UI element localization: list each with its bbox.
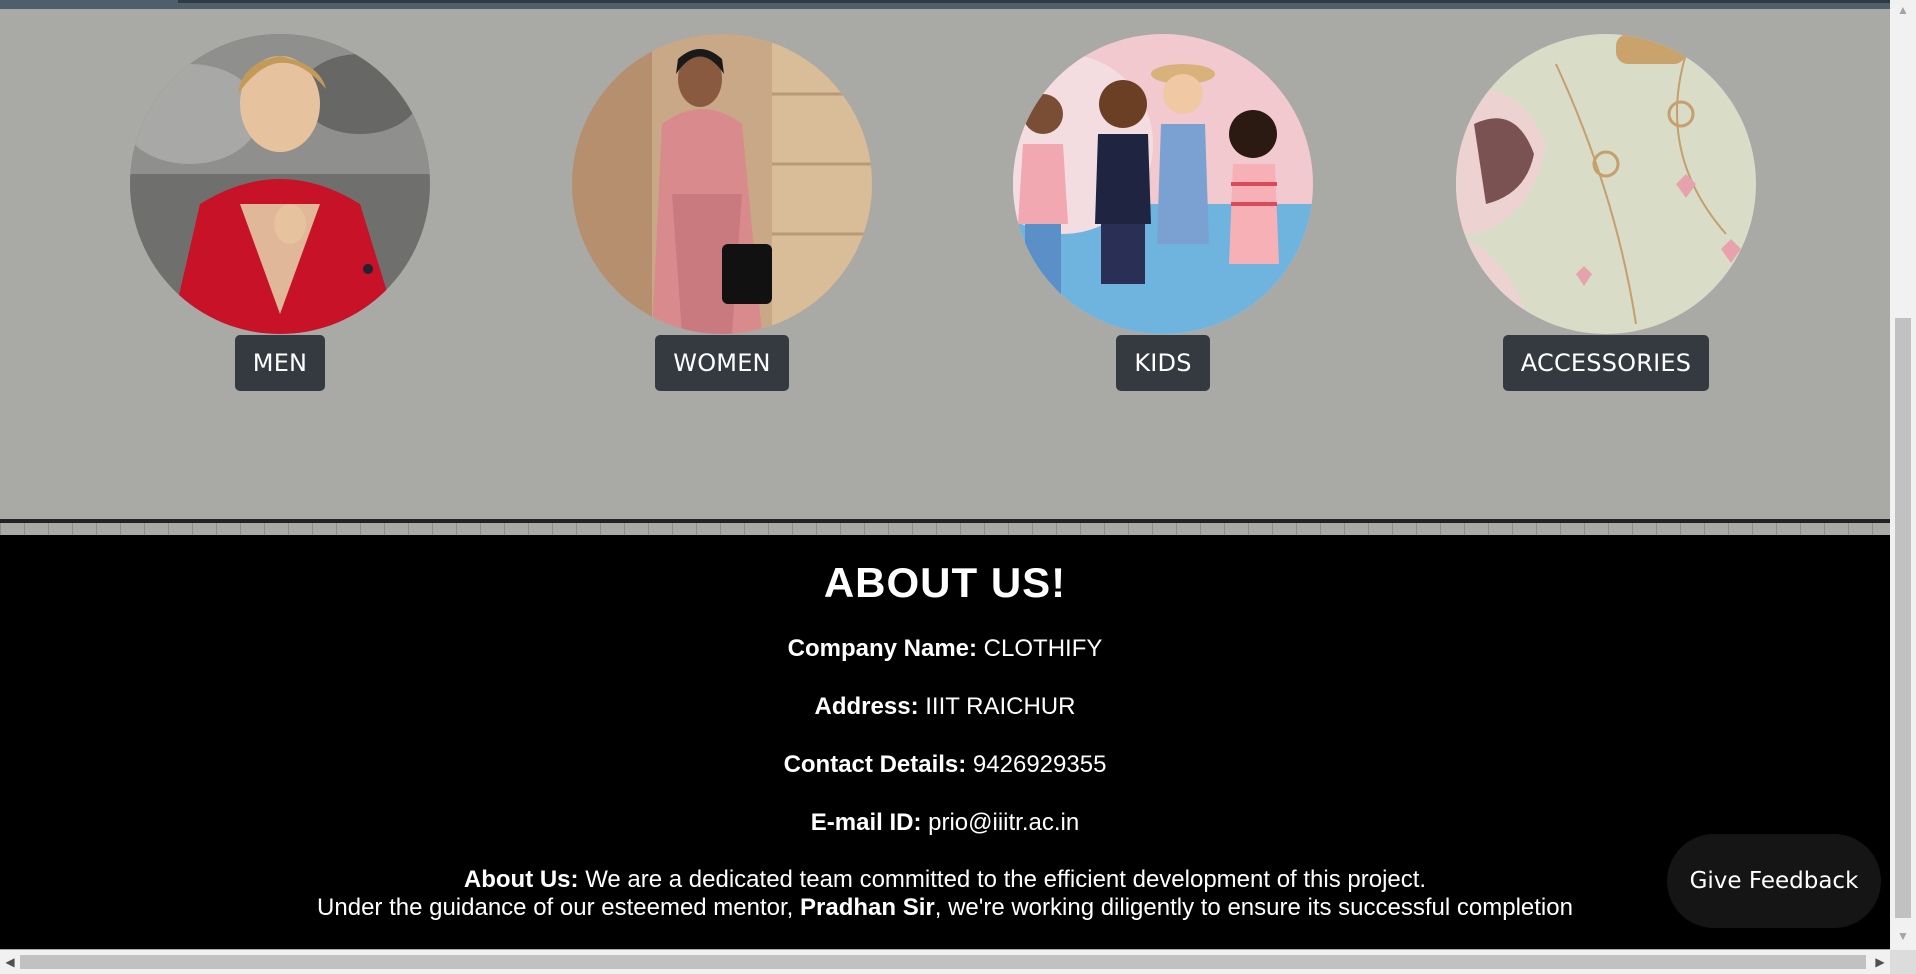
- categories-section: MEN WOMEN KIDS ACCESSORIES: [0, 9, 1890, 519]
- about-text-2a: Under the guidance of our esteemed mento…: [317, 894, 801, 921]
- horizontal-scrollbar[interactable]: ◀ ▶: [0, 950, 1890, 974]
- category-kids: KIDS: [1013, 34, 1313, 391]
- women-category-image[interactable]: [572, 34, 872, 334]
- company-name-value: CLOTHIFY: [977, 635, 1103, 662]
- scroll-left-arrow-icon[interactable]: ◀: [0, 950, 20, 974]
- women-button[interactable]: WOMEN: [655, 335, 789, 391]
- scroll-down-arrow-icon[interactable]: ▼: [1890, 926, 1916, 946]
- divider-ruler: [0, 523, 1890, 535]
- vertical-scrollbar[interactable]: ▲ ▼: [1890, 0, 1916, 950]
- about-us-label: About Us:: [463, 866, 579, 893]
- email-label: E-mail ID:: [810, 809, 922, 836]
- scroll-up-arrow-icon[interactable]: ▲: [1890, 0, 1916, 20]
- about-text-1: We are a dedicated team committed to the…: [578, 866, 1427, 893]
- about-paragraph: About Us: We are a dedicated team commit…: [0, 866, 1890, 922]
- top-bar-accent: [178, 0, 1890, 3]
- category-women: WOMEN: [572, 34, 872, 391]
- address-value: IIIT RAICHUR: [918, 693, 1076, 720]
- category-accessories: ACCESSORIES: [1456, 34, 1756, 391]
- email-line: E-mail ID: prio@iiitr.ac.in: [0, 809, 1890, 837]
- vertical-scroll-thumb[interactable]: [1895, 318, 1911, 918]
- company-name-label: Company Name:: [787, 635, 978, 662]
- horizontal-scroll-thumb[interactable]: [20, 955, 1866, 969]
- men-category-image[interactable]: [130, 34, 430, 334]
- mentor-name: Pradhan Sir: [800, 894, 935, 921]
- accessories-category-image[interactable]: [1456, 34, 1756, 334]
- address-label: Address:: [814, 693, 919, 720]
- give-feedback-button[interactable]: Give Feedback: [1667, 834, 1881, 928]
- about-section: ABOUT US! Company Name: CLOTHIFY Address…: [0, 535, 1890, 949]
- about-heading: ABOUT US!: [823, 559, 1067, 606]
- email-value: prio@iiitr.ac.in: [921, 809, 1080, 836]
- category-men: MEN: [130, 34, 430, 391]
- kids-category-image[interactable]: [1013, 34, 1313, 334]
- top-bar: [0, 0, 1890, 9]
- contact-value: 9426929355: [966, 751, 1107, 778]
- about-text-2b: , we're working diligently to ensure its…: [934, 894, 1573, 921]
- contact-line: Contact Details: 9426929355: [0, 751, 1890, 779]
- scrollbar-corner: [1890, 950, 1916, 974]
- contact-label: Contact Details:: [783, 751, 967, 778]
- accessories-button[interactable]: ACCESSORIES: [1502, 335, 1710, 391]
- kids-button[interactable]: KIDS: [1116, 335, 1210, 391]
- company-name-line: Company Name: CLOTHIFY: [0, 635, 1890, 663]
- men-button[interactable]: MEN: [234, 335, 326, 391]
- address-line: Address: IIIT RAICHUR: [0, 693, 1890, 721]
- scroll-right-arrow-icon[interactable]: ▶: [1870, 950, 1890, 974]
